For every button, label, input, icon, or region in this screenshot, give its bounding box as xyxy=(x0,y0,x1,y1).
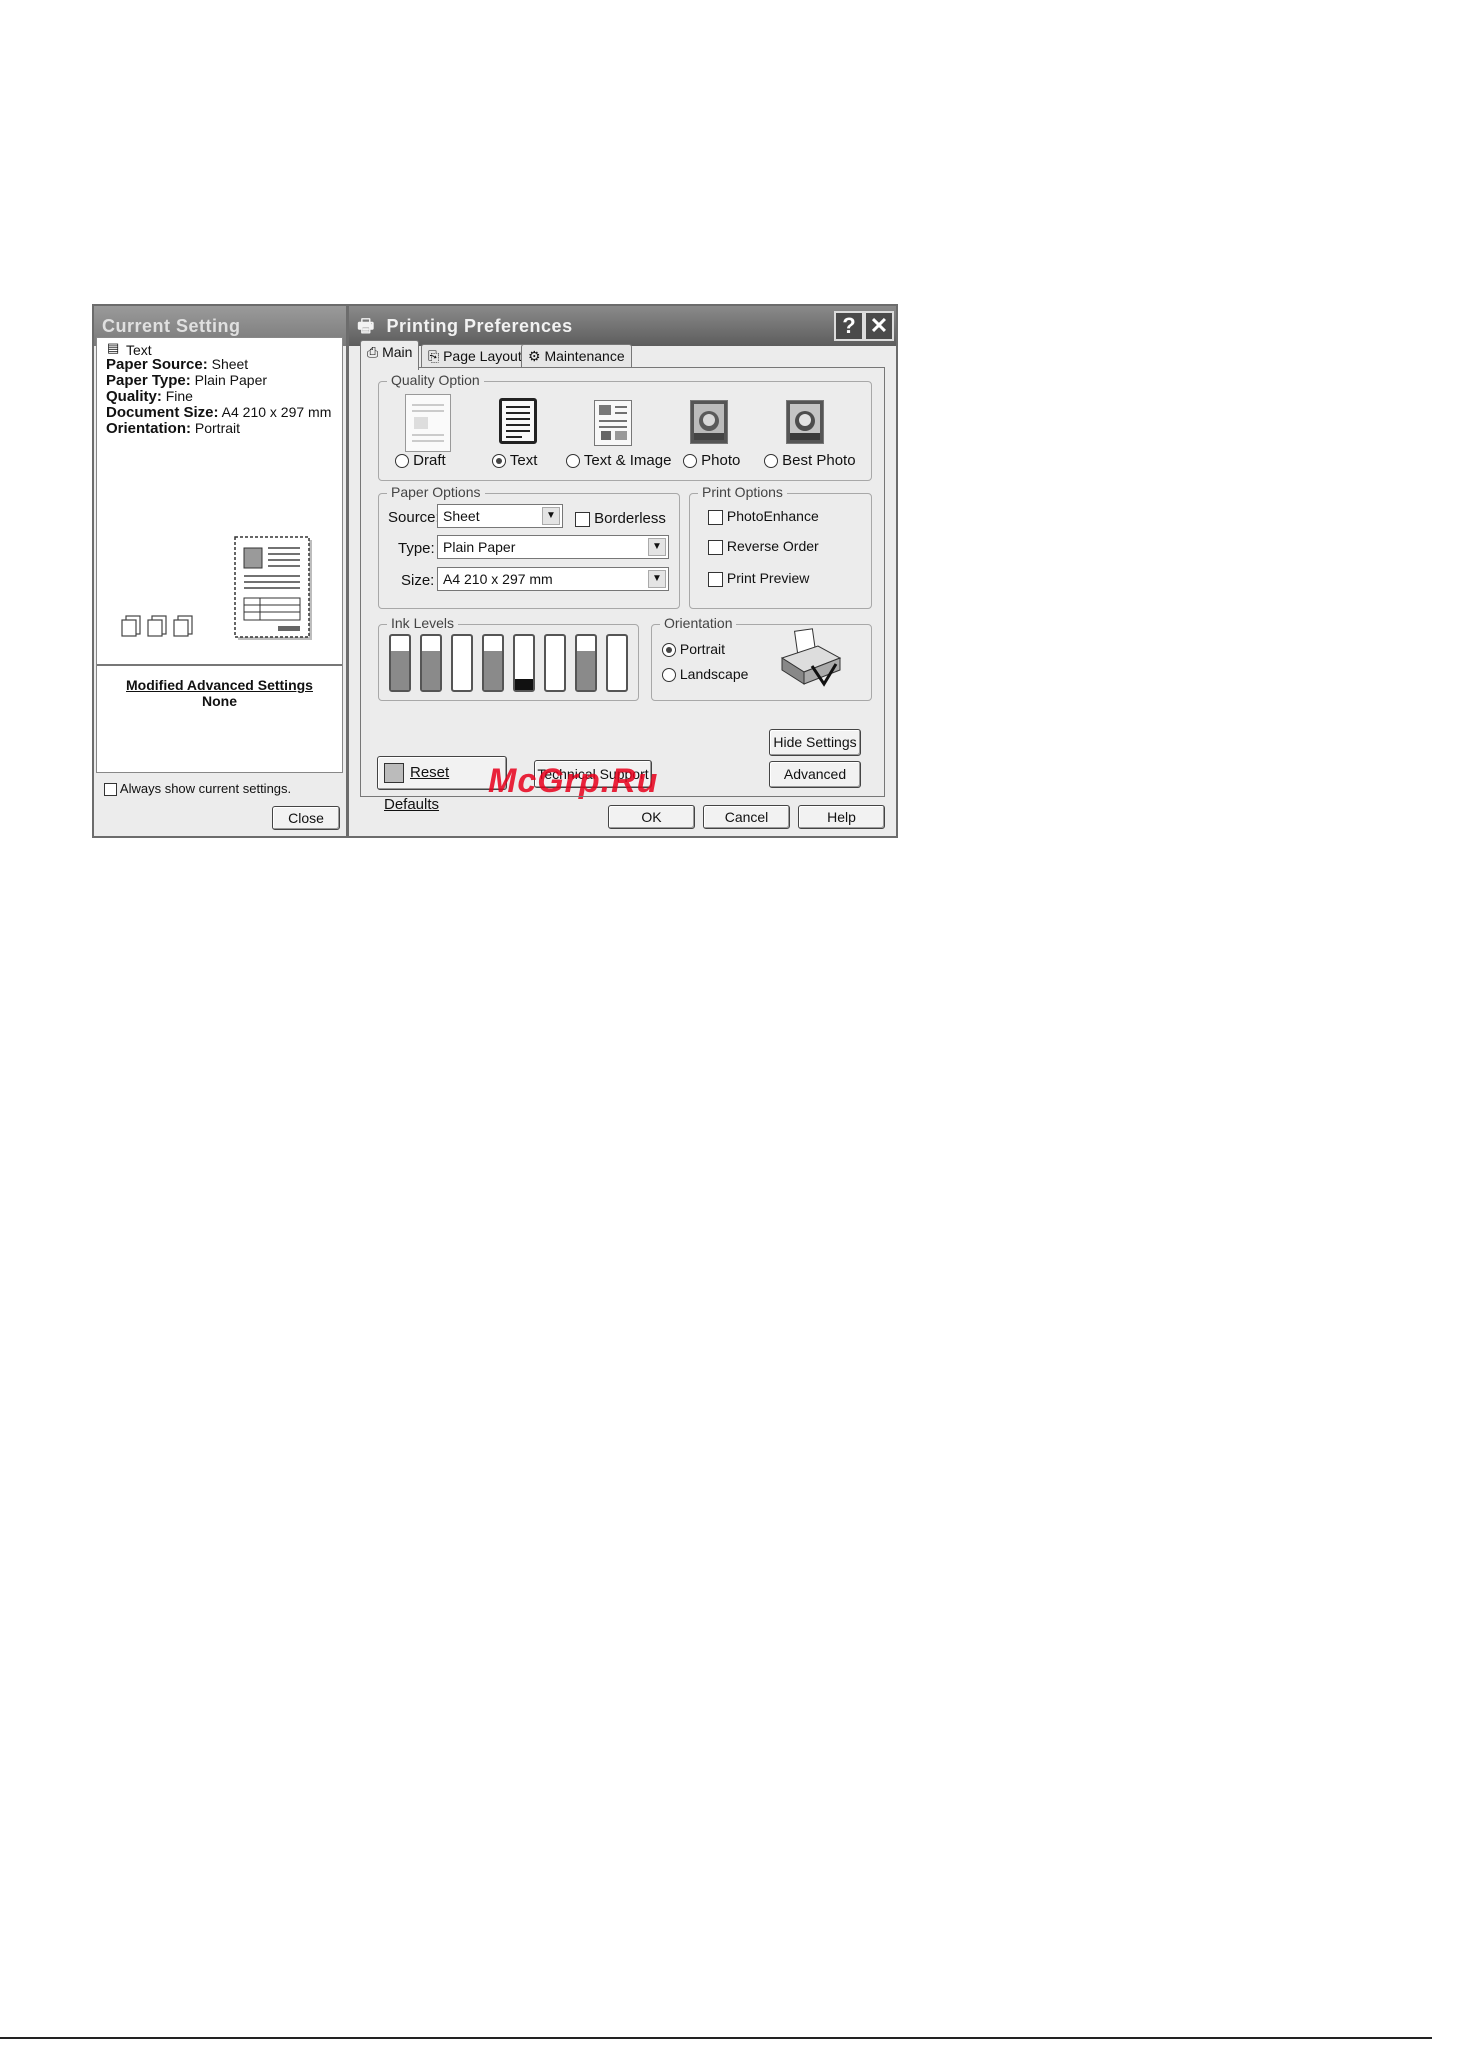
printing-preferences-title: Printing Preferences xyxy=(386,316,573,336)
text-quality-icon: ▤ xyxy=(107,340,120,355)
ok-button[interactable]: OK xyxy=(608,805,695,829)
status-paper-source: Paper Source: Sheet xyxy=(106,356,249,373)
always-show-checkbox[interactable]: Always show current settings. xyxy=(104,781,292,797)
status-document-size: Document Size: A4 210 x 297 mm xyxy=(106,404,332,421)
status-quality: Quality: Fine xyxy=(106,388,193,405)
modified-settings-title: Modified Advanced Settings xyxy=(126,677,313,693)
printer-icon: ⎙ xyxy=(367,344,379,360)
page-layout-icon: ⎘ xyxy=(428,348,440,364)
tab-maintenance[interactable]: ⚙ Maintenance xyxy=(521,344,632,368)
help-button[interactable]: Help xyxy=(798,805,885,829)
close-title-button[interactable]: ✕ xyxy=(864,311,894,341)
help-title-button[interactable]: ? xyxy=(834,311,864,341)
current-setting-divider xyxy=(97,664,342,666)
maintenance-icon: ⚙ xyxy=(528,348,541,364)
printing-preferences-titlebar[interactable]: 🖶 Printing Preferences xyxy=(349,306,896,346)
tab-page-layout[interactable]: ⎘ Page Layout xyxy=(421,344,529,368)
tab-main[interactable]: ⎙ Main xyxy=(360,340,420,370)
status-orientation: Orientation: Portrait xyxy=(106,420,241,437)
modified-settings-value: None xyxy=(202,693,237,709)
always-show-check[interactable] xyxy=(104,783,117,797)
current-setting-title: Current Setting xyxy=(102,316,241,336)
document-preview-icon xyxy=(234,536,312,640)
status-paper-type: Paper Type: Plain Paper xyxy=(106,372,268,389)
cancel-button[interactable]: Cancel xyxy=(703,805,790,829)
always-show-label: Always show current settings. xyxy=(119,781,292,796)
main-tab-panel xyxy=(360,367,885,797)
copies-icon xyxy=(121,615,193,637)
page-footer-rule xyxy=(0,2037,1432,2039)
close-button[interactable]: Close xyxy=(272,806,340,830)
